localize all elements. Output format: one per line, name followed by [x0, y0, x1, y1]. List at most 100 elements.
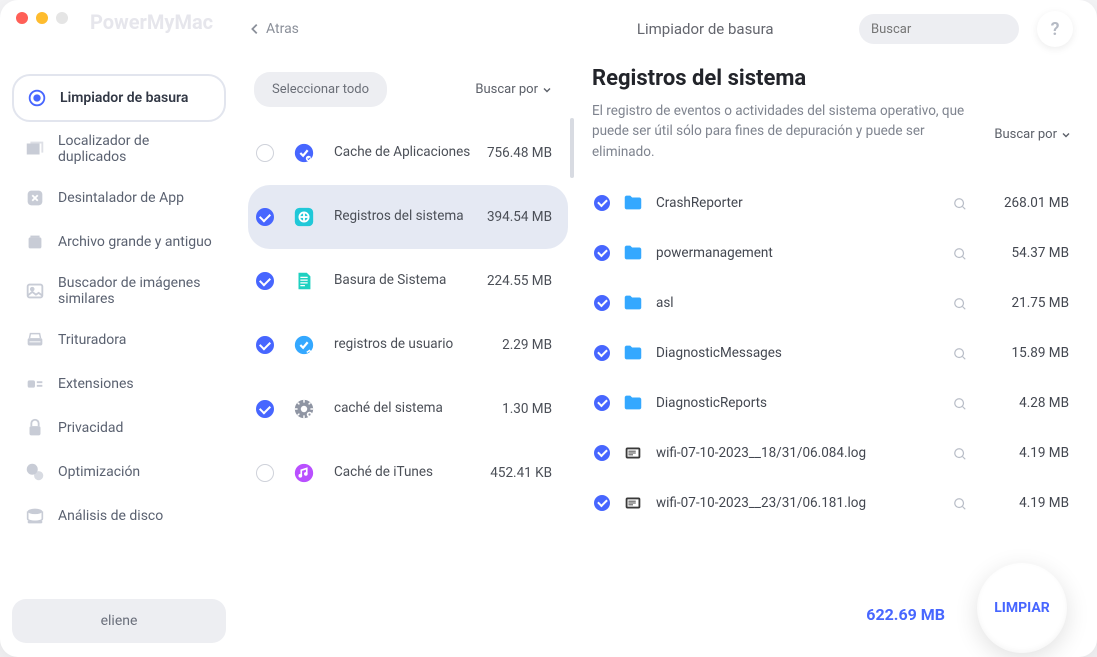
file-size: 54.37 MB: [979, 245, 1069, 261]
file-name: wifi-07-10-2023__23/31/06.181.log: [656, 495, 941, 511]
reveal-in-finder-button[interactable]: [953, 446, 967, 460]
category-item[interactable]: Cache de Aplicaciones756.48 MB: [248, 121, 568, 185]
sidebar: Limpiador de basura Localizador de duplic…: [0, 0, 238, 657]
category-checkbox[interactable]: [256, 464, 274, 482]
category-checkbox[interactable]: [256, 208, 274, 226]
sidebar-item-similar-images[interactable]: Buscador de imágenes similares: [12, 264, 226, 318]
sidebar-item-label: Trituradora: [58, 332, 126, 348]
file-name: DiagnosticReports: [656, 395, 941, 411]
file-checkbox[interactable]: [594, 295, 610, 311]
optimization-icon: [24, 461, 46, 483]
category-item[interactable]: Registros del sistema 394.54 MB: [248, 185, 568, 249]
reveal-in-finder-button[interactable]: [953, 496, 967, 510]
sidebar-item-label: Localizador de duplicados: [58, 133, 214, 165]
reveal-in-finder-button[interactable]: [953, 246, 967, 260]
category-size: 224.55 MB: [487, 273, 552, 289]
sidebar-item-duplicate-finder[interactable]: Localizador de duplicados: [12, 122, 226, 176]
category-size: 394.54 MB: [487, 209, 552, 225]
file-checkbox[interactable]: [594, 195, 610, 211]
user-account-pill[interactable]: eliene: [12, 599, 226, 643]
file-size: 4.28 MB: [979, 395, 1069, 411]
category-size: 1.30 MB: [502, 401, 552, 417]
sidebar-item-junk-cleaner[interactable]: Limpiador de basura: [12, 74, 226, 122]
back-button[interactable]: Atras: [248, 21, 299, 37]
file-checkbox[interactable]: [594, 495, 610, 511]
chevron-left-icon: [248, 22, 262, 36]
folder-icon: [622, 392, 644, 414]
scrollbar[interactable]: [570, 118, 574, 178]
category-checkbox[interactable]: [256, 144, 274, 162]
file-size: 4.19 MB: [979, 445, 1069, 461]
sidebar-item-disk-analysis[interactable]: Análisis de disco: [12, 494, 226, 538]
search-input[interactable]: [871, 22, 1037, 37]
file-checkbox[interactable]: [594, 395, 610, 411]
category-item[interactable]: Caché de iTunes452.41 KB: [248, 441, 568, 505]
sort-by-label-right: Buscar por: [994, 127, 1057, 142]
sidebar-item-app-uninstaller[interactable]: Desintalador de App: [12, 176, 226, 220]
category-item[interactable]: Basura de Sistema 224.55 MB: [248, 249, 568, 313]
select-all-button[interactable]: Seleccionar todo: [254, 72, 387, 107]
sidebar-item-privacy[interactable]: Privacidad: [12, 406, 226, 450]
clean-button[interactable]: LIMPIAR: [977, 563, 1067, 653]
category-checkbox[interactable]: [256, 336, 274, 354]
folder-icon: [622, 292, 644, 314]
sort-by-label-mid: Buscar por: [475, 82, 538, 97]
reveal-in-finder-button[interactable]: [953, 296, 967, 310]
folder-icon: [622, 342, 644, 364]
sidebar-item-label: Privacidad: [58, 420, 123, 436]
category-icon: [286, 135, 322, 171]
back-label: Atras: [266, 21, 299, 37]
file-row[interactable]: powermanagement 54.37 MB: [592, 228, 1071, 278]
category-column: Seleccionar todo Buscar por Cache de Apl…: [238, 58, 578, 571]
sidebar-item-label: Buscador de imágenes similares: [58, 275, 214, 307]
sort-by-dropdown-mid[interactable]: Buscar por: [475, 82, 552, 97]
file-row[interactable]: wifi-07-10-2023__23/31/06.181.log4.19 MB: [592, 478, 1071, 528]
category-name: Registros del sistema: [334, 208, 475, 226]
help-button[interactable]: ?: [1037, 11, 1073, 47]
category-name: Caché de iTunes: [334, 464, 478, 482]
chevron-down-icon: [542, 85, 552, 95]
page-title: Limpiador de basura: [637, 20, 841, 38]
file-row[interactable]: DiagnosticReports 4.28 MB: [592, 378, 1071, 428]
disk-analysis-icon: [24, 505, 46, 527]
textfile-icon: [622, 492, 644, 514]
sidebar-item-shredder[interactable]: Trituradora: [12, 318, 226, 362]
sidebar-item-optimization[interactable]: Optimización: [12, 450, 226, 494]
search-box[interactable]: [859, 14, 1019, 44]
reveal-in-finder-button[interactable]: [953, 346, 967, 360]
file-name: powermanagement: [656, 245, 941, 261]
chevron-down-icon: [1061, 130, 1071, 140]
file-checkbox[interactable]: [594, 245, 610, 261]
category-item[interactable]: caché del sistema1.30 MB: [248, 377, 568, 441]
file-row[interactable]: CrashReporter268.01 MB: [592, 178, 1071, 228]
file-name: DiagnosticMessages: [656, 345, 941, 361]
close-window-icon[interactable]: [16, 12, 28, 24]
file-row[interactable]: wifi-07-10-2023__18/31/06.084.log4.19 MB: [592, 428, 1071, 478]
duplicate-finder-icon: [24, 138, 46, 160]
similar-images-icon: [24, 280, 46, 302]
file-checkbox[interactable]: [594, 445, 610, 461]
category-size: 756.48 MB: [487, 145, 552, 161]
privacy-icon: [24, 417, 46, 439]
category-icon: [286, 391, 322, 427]
file-row[interactable]: DiagnosticMessages15.89 MB: [592, 328, 1071, 378]
file-row[interactable]: asl21.75 MB: [592, 278, 1071, 328]
app-window: PowerMyMac Limpiador de basuraLocalizado…: [0, 0, 1097, 657]
sort-by-dropdown-right[interactable]: Buscar por: [994, 127, 1071, 142]
sidebar-item-label: Limpiador de basura: [60, 90, 188, 106]
category-checkbox[interactable]: [256, 400, 274, 418]
shredder-icon: [24, 329, 46, 351]
file-checkbox[interactable]: [594, 345, 610, 361]
sidebar-item-large-old-files[interactable]: Archivo grande y antiguo: [12, 220, 226, 264]
reveal-in-finder-button[interactable]: [953, 196, 967, 210]
category-icon: [286, 199, 322, 235]
category-checkbox[interactable]: [256, 272, 274, 290]
category-item[interactable]: registros de usuario2.29 MB: [248, 313, 568, 377]
maximize-window-icon[interactable]: [56, 12, 68, 24]
sidebar-item-extensions[interactable]: Extensiones: [12, 362, 226, 406]
detail-column: Registros del sistema El registro de eve…: [578, 58, 1097, 571]
category-icon: [286, 327, 322, 363]
minimize-window-icon[interactable]: [36, 12, 48, 24]
reveal-in-finder-button[interactable]: [953, 396, 967, 410]
category-name: Basura de Sistema: [334, 272, 475, 290]
